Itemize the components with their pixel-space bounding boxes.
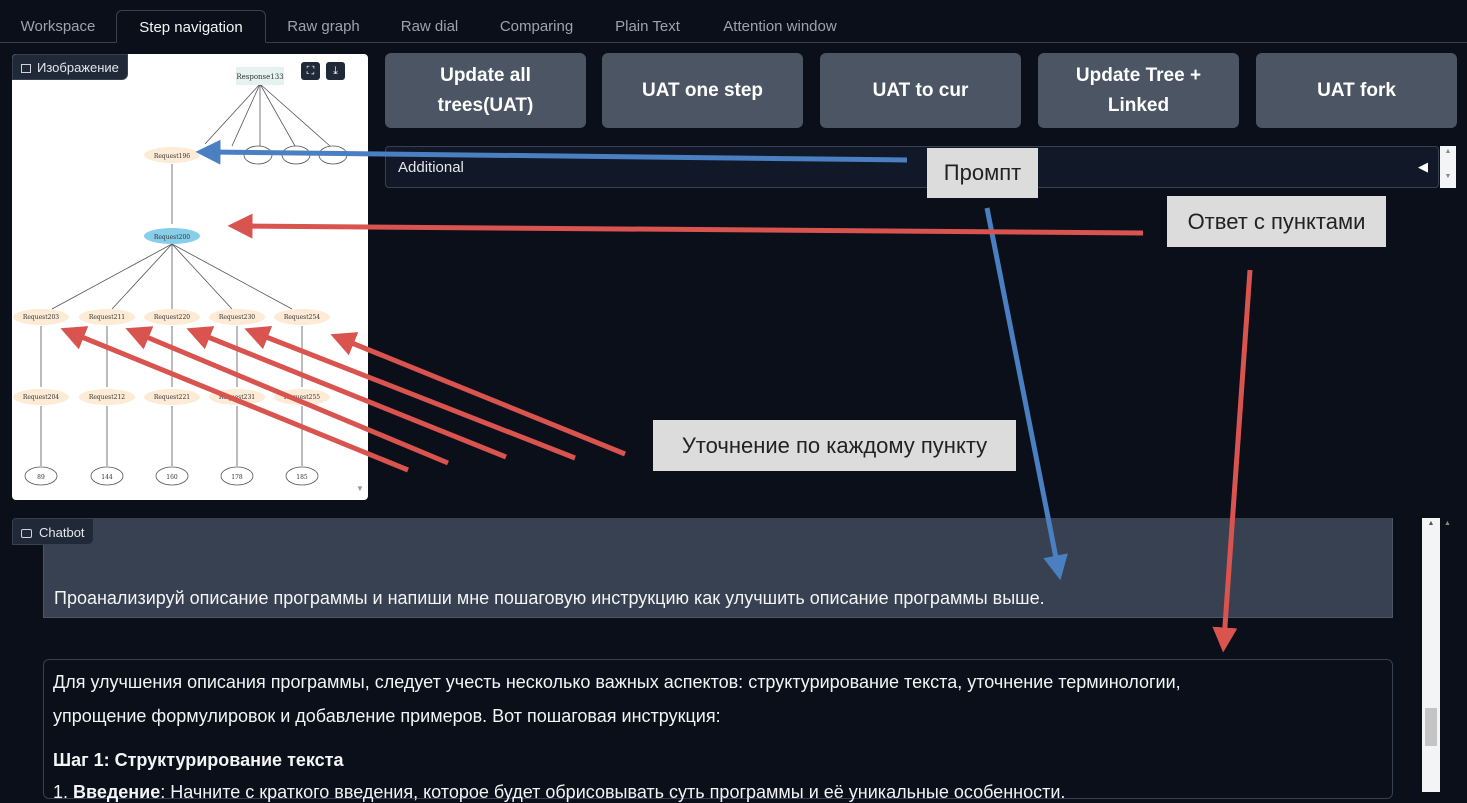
low-node-label: Request212 <box>89 394 125 401</box>
outer-scroll-up-icon[interactable]: ▲ <box>1444 520 1451 527</box>
bot-message-line: Для улучшения описания программы, следуе… <box>53 672 1181 692</box>
user-message: Проанализируй описание программы и напиш… <box>43 518 1393 618</box>
download-icon[interactable]: ⤓ <box>326 62 345 80</box>
tab-bar: Workspace Step navigation Raw graph Raw … <box>0 0 1467 43</box>
additional-label: Additional <box>398 159 464 176</box>
tab-workspace[interactable]: Workspace <box>0 10 116 43</box>
chat-scroll-thumb[interactable] <box>1425 708 1437 746</box>
arrow-prompt-to-chat <box>984 207 1068 581</box>
bot-message-line: упрощение формулировок и добавление прим… <box>53 706 721 726</box>
image-label-text: Изображение <box>37 60 119 75</box>
node-circle <box>281 145 311 165</box>
graph-svg: Response133 Request196 Request200 Reques… <box>13 67 348 486</box>
leaf-label: 160 <box>166 474 178 481</box>
mid-node-label: Request211 <box>89 314 125 321</box>
image-panel-label: Изображение <box>12 54 128 80</box>
mid-node-label: Request203 <box>23 314 59 321</box>
bot-bold-term: Введение <box>73 782 161 802</box>
leaf-label: 178 <box>231 474 243 481</box>
uat-one-step-button[interactable]: UAT one step <box>602 53 803 128</box>
mid-node-label: Request230 <box>219 314 255 321</box>
low-node-label: Request255 <box>284 394 320 401</box>
graph-image-panel: Response133 Request196 Request200 Reques… <box>12 54 368 500</box>
bot-message-line: 1. Введение: Начните с краткого введения… <box>53 782 1066 802</box>
node-request200-label: Request200 <box>154 234 190 241</box>
leaf-label: 89 <box>37 474 45 481</box>
chat-icon <box>21 529 32 538</box>
update-all-trees-button[interactable]: Update all trees(UAT) <box>385 53 586 128</box>
node-circle <box>318 145 348 165</box>
arrow-answer-to-node <box>227 213 1144 239</box>
update-all-line1: Update all <box>440 64 531 86</box>
low-node-label: Request231 <box>219 394 255 401</box>
annotation-answer: Ответ с пунктами <box>1167 196 1386 247</box>
mid-node-label: Request254 <box>284 314 320 321</box>
node-request196-label: Request196 <box>154 153 190 160</box>
bot-message-heading: Шаг 1: Структурирование текста <box>53 750 344 770</box>
tab-raw-dial[interactable]: Raw dial <box>381 10 478 43</box>
chat-scrollbar[interactable]: ▲ <box>1422 518 1440 792</box>
scroll-up-icon[interactable]: ▲ <box>1422 520 1440 527</box>
update-tree-line1: Update Tree + <box>1075 64 1202 86</box>
chatbot-label-text: Chatbot <box>39 525 85 540</box>
additional-scrollbar[interactable]: ▲ ▼ <box>1440 146 1456 188</box>
mid-node-label: Request220 <box>154 314 190 321</box>
low-node-label: Request204 <box>23 394 59 401</box>
arrow-refine-5 <box>330 332 626 457</box>
leaf-label: 144 <box>101 474 113 481</box>
image-icon <box>21 64 31 73</box>
tab-attention-window[interactable]: Attention window <box>700 10 860 43</box>
update-tree-line2: Linked <box>1107 94 1170 116</box>
uat-fork-button[interactable]: UAT fork <box>1256 53 1457 128</box>
tab-step-navigation[interactable]: Step navigation <box>116 10 266 43</box>
bot-message: Для улучшения описания программы, следуе… <box>43 659 1393 802</box>
additional-accordion[interactable]: Additional ◀ <box>385 146 1439 188</box>
annotation-refine: Уточнение по каждому пункту <box>653 420 1016 471</box>
annotation-prompt: Промпт <box>927 148 1038 198</box>
bot-line3-text: : Начните с краткого введения, которое б… <box>160 782 1066 802</box>
uat-to-cur-button[interactable]: UAT to cur <box>820 53 1021 128</box>
leaf-label: 185 <box>296 474 308 481</box>
update-tree-linked-button[interactable]: Update Tree + Linked <box>1038 53 1239 128</box>
tab-comparing[interactable]: Comparing <box>478 10 595 43</box>
tab-raw-graph[interactable]: Raw graph <box>266 10 381 43</box>
tab-plain-text[interactable]: Plain Text <box>595 10 700 43</box>
node-circle <box>243 145 273 165</box>
node-root-label: Response133 <box>236 73 283 81</box>
user-message-text: Проанализируй описание программы и напиш… <box>54 588 1045 608</box>
chatbot-label: Chatbot <box>12 518 94 545</box>
fullscreen-icon[interactable]: ⛶ <box>301 62 320 80</box>
update-all-line2: trees(UAT) <box>437 94 534 116</box>
scroll-down-icon[interactable]: ▼ <box>356 484 364 493</box>
low-node-label: Request221 <box>154 394 190 401</box>
collapse-triangle-icon[interactable]: ◀ <box>1418 159 1428 175</box>
